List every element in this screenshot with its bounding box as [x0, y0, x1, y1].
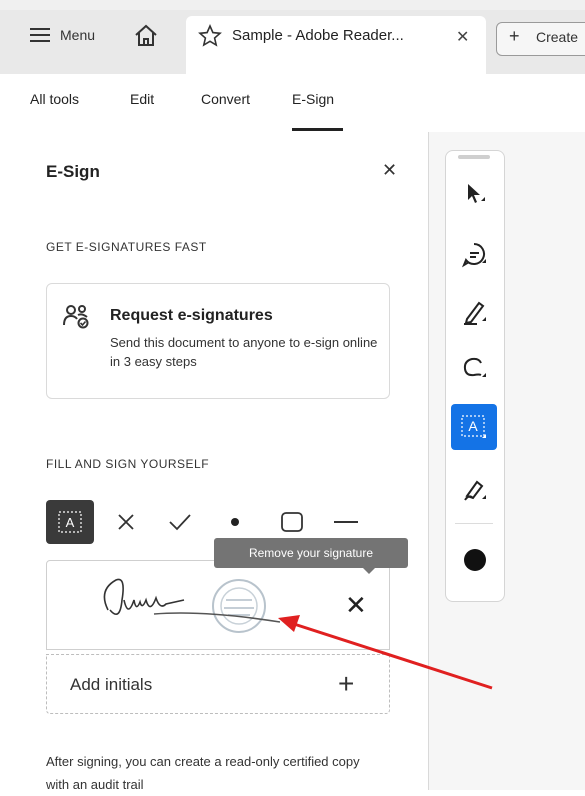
- annotation-arrow-icon: [278, 615, 493, 690]
- tab-close-icon[interactable]: ✕: [456, 27, 469, 47]
- remove-signature-tooltip: Remove your signature: [214, 538, 408, 568]
- tab-all-tools[interactable]: All tools: [30, 91, 79, 107]
- color-picker-swatch[interactable]: [464, 549, 486, 571]
- menu-button[interactable]: Menu: [30, 20, 95, 50]
- signature-image: [103, 578, 281, 633]
- hamburger-icon: [30, 28, 50, 42]
- tab-convert[interactable]: Convert: [201, 91, 250, 107]
- browser-tab[interactable]: [186, 16, 486, 74]
- text-field-icon: A: [58, 511, 82, 533]
- sign-pen-icon[interactable]: [461, 476, 489, 504]
- cross-mark-icon[interactable]: [116, 512, 136, 532]
- certified-copy-note: After signing, you can create a read-onl…: [46, 754, 360, 792]
- checkmark-icon[interactable]: [168, 512, 192, 532]
- svg-text:A: A: [468, 418, 478, 434]
- active-tab-indicator: [292, 128, 343, 131]
- request-signatures-title: Request e-signatures: [110, 307, 273, 324]
- plus-icon: +: [509, 26, 520, 46]
- toolbar-grip[interactable]: [458, 155, 490, 159]
- tab-edit[interactable]: Edit: [130, 91, 154, 107]
- star-icon[interactable]: [198, 24, 222, 48]
- tab-title: Sample - Adobe Reader...: [232, 27, 404, 44]
- section-get-signatures: GET E-SIGNATURES FAST: [46, 240, 207, 254]
- tooltip-pointer: [362, 567, 376, 574]
- tab-esign[interactable]: E-Sign: [292, 91, 334, 107]
- add-initials-label: Add initials: [70, 675, 153, 694]
- request-signatures-description: Send this document to anyone to e-sign o…: [110, 335, 378, 369]
- panel-title: E-Sign: [46, 162, 100, 181]
- toolbar-divider: [455, 523, 493, 524]
- menu-label: Menu: [60, 27, 96, 43]
- section-fill-sign: FILL AND SIGN YOURSELF: [46, 457, 210, 471]
- svg-text:A: A: [66, 515, 75, 530]
- highlight-pen-icon[interactable]: [461, 297, 489, 327]
- draw-lasso-icon[interactable]: [461, 355, 489, 383]
- line-icon[interactable]: [334, 520, 358, 524]
- home-icon[interactable]: [132, 22, 160, 50]
- create-label: Create: [536, 29, 579, 45]
- add-text-icon: A: [461, 415, 486, 438]
- panel-close-icon[interactable]: ✕: [382, 160, 397, 181]
- people-icon: [63, 305, 89, 329]
- select-cursor-icon[interactable]: [463, 181, 487, 207]
- rectangle-icon[interactable]: [280, 511, 304, 533]
- dot-icon[interactable]: [228, 515, 242, 529]
- comment-icon[interactable]: [461, 241, 489, 269]
